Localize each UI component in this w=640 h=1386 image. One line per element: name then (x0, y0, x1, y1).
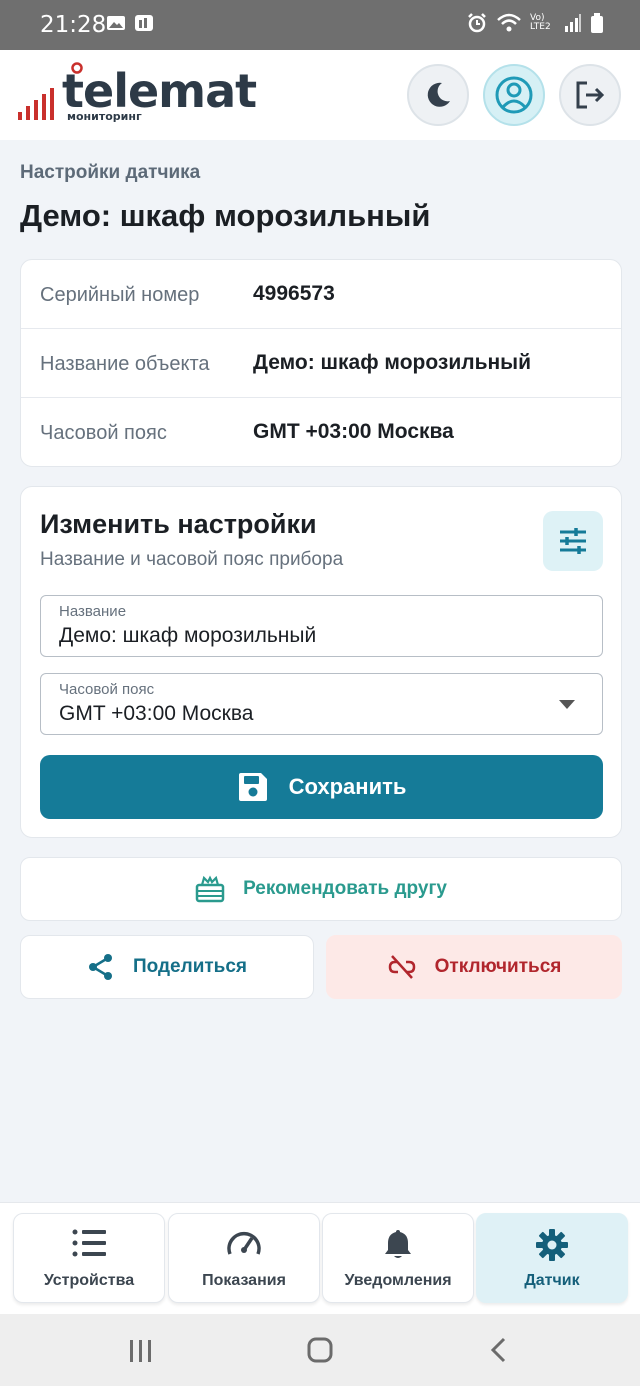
disconnect-button-label: Отключиться (434, 956, 562, 977)
lte-label: Vo) LTE2 (530, 13, 551, 32)
logo-signal-bars (18, 88, 54, 120)
tab-label: Уведомления (344, 1272, 452, 1289)
logo-subtitle: мониторинг (67, 110, 142, 123)
gauge-icon (227, 1231, 261, 1255)
recommend-button-label: Рекомендовать другу (243, 878, 447, 899)
gallery-icon (107, 16, 125, 30)
sensor-info-card: Серийный номер 4996573 Название объекта … (20, 259, 622, 467)
info-label: Часовой пояс (40, 422, 167, 444)
chevron-down-icon[interactable] (559, 700, 575, 709)
recommend-button[interactable]: Рекомендовать другу (20, 857, 622, 921)
signal-icon (565, 14, 581, 32)
disconnect-button[interactable]: Отключиться (326, 935, 622, 999)
system-nav-bar (0, 1314, 640, 1386)
timezone-select-value: GMT +03:00 Москва (59, 702, 254, 725)
battery-icon (591, 13, 603, 33)
theme-toggle-button[interactable] (407, 64, 469, 126)
edit-title: Изменить настройки (40, 509, 317, 539)
tab-label: Датчик (524, 1272, 580, 1289)
status-indicators: Vo) LTE2 (466, 12, 604, 34)
breadcrumb: Настройки датчика (20, 162, 201, 183)
home-icon[interactable] (306, 1336, 334, 1364)
info-row-object-name: Название объекта Демо: шкаф морозильный (21, 329, 621, 398)
status-bar: 21:28 Vo) LTE2 (0, 0, 640, 50)
info-row-timezone: Часовой пояс GMT +03:00 Москва (21, 398, 621, 467)
wifi-icon (497, 13, 521, 32)
tab-notifications[interactable]: Уведомления (322, 1213, 474, 1303)
tab-sensor[interactable]: Датчик (476, 1213, 628, 1303)
tab-readings[interactable]: Показания (168, 1213, 320, 1303)
timezone-select-label: Часовой пояс (59, 681, 155, 698)
timezone-select[interactable]: Часовой пояс GMT +03:00 Москва (40, 673, 603, 735)
name-field-value[interactable]: Демо: шкаф морозильный (59, 624, 316, 648)
info-label: Название объекта (40, 353, 210, 375)
moon-icon (427, 82, 450, 107)
recent-apps-icon[interactable] (128, 1338, 154, 1364)
share-icon (88, 954, 112, 980)
page-title: Демо: шкаф морозильный (20, 198, 431, 233)
bottom-nav: Устройства Показания Уведомления Датчик (0, 1202, 640, 1314)
logout-button[interactable] (559, 64, 621, 126)
floppy-disk-icon (238, 773, 267, 801)
gift-icon (195, 875, 225, 903)
tab-label: Устройства (43, 1272, 135, 1289)
profile-button[interactable] (483, 64, 545, 126)
name-field[interactable]: Название Демо: шкаф морозильный (40, 595, 603, 657)
gear-icon (536, 1229, 568, 1261)
sliders-icon (560, 528, 586, 554)
save-button-label: Сохранить (288, 774, 407, 799)
info-value: 4996573 (253, 282, 335, 305)
logout-icon (576, 81, 605, 109)
unlink-icon (388, 955, 415, 979)
info-value: GMT +03:00 Москва (253, 420, 454, 443)
telemat-logo: telemat мониторинг (18, 62, 257, 130)
info-label: Серийный номер (40, 284, 200, 306)
settings-toggle-button[interactable] (543, 511, 603, 571)
list-icon (72, 1229, 106, 1257)
info-value: Демо: шкаф морозильный (253, 351, 532, 374)
tab-label: Показания (202, 1272, 286, 1289)
status-time: 21:28 (40, 12, 107, 38)
info-row-serial: Серийный номер 4996573 (21, 260, 621, 329)
user-icon (495, 76, 533, 114)
app-notification-icon (135, 15, 153, 31)
app-header: telemat мониторинг (0, 50, 640, 140)
share-button[interactable]: Поделиться (20, 935, 314, 999)
share-button-label: Поделиться (132, 956, 248, 977)
name-field-label: Название (59, 603, 127, 620)
bell-icon (385, 1230, 411, 1258)
back-icon[interactable] (488, 1336, 512, 1364)
logo-dot (71, 62, 83, 74)
alarm-icon (468, 13, 486, 33)
edit-subtitle: Название и часовой пояс прибора (40, 549, 344, 570)
edit-settings-card: Изменить настройки Название и часовой по… (20, 486, 622, 838)
save-button[interactable]: Сохранить (40, 755, 603, 819)
tab-devices[interactable]: Устройства (13, 1213, 165, 1303)
